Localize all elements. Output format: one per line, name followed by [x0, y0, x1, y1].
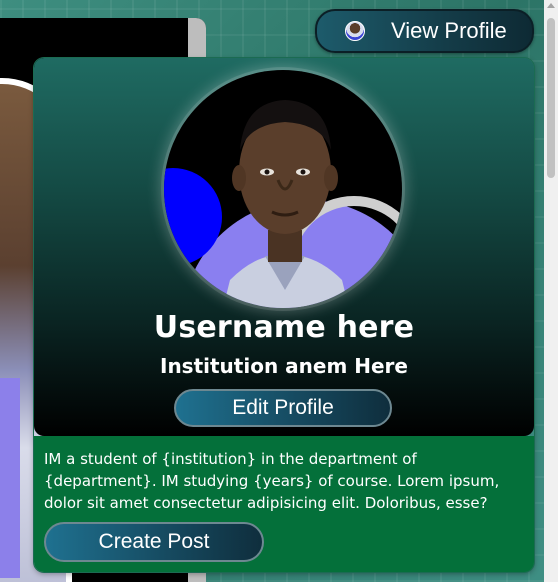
profile-card-header: Username here Institution anem Here Edit… — [34, 58, 534, 436]
view-profile-button[interactable]: View Profile — [315, 9, 534, 53]
profile-card-body: IM a student of {institution} in the dep… — [34, 436, 534, 572]
profile-bio: IM a student of {institution} in the dep… — [44, 450, 500, 512]
person-silhouette — [223, 100, 349, 308]
profile-photo — [164, 70, 402, 308]
edit-profile-button[interactable]: Edit Profile — [174, 389, 392, 427]
institution-name: Institution anem Here — [160, 354, 408, 378]
profile-card: Username here Institution anem Here Edit… — [34, 58, 534, 572]
view-profile-label: View Profile — [391, 18, 507, 43]
scroll-up-arrow-icon[interactable] — [547, 3, 555, 8]
user-avatar-icon — [345, 21, 365, 41]
background-photo-accent — [0, 378, 20, 578]
scrollbar-thumb[interactable] — [547, 18, 555, 178]
page-scrollbar[interactable] — [544, 0, 558, 582]
username: Username here — [153, 310, 415, 345]
create-post-button[interactable]: Create Post — [44, 522, 264, 562]
